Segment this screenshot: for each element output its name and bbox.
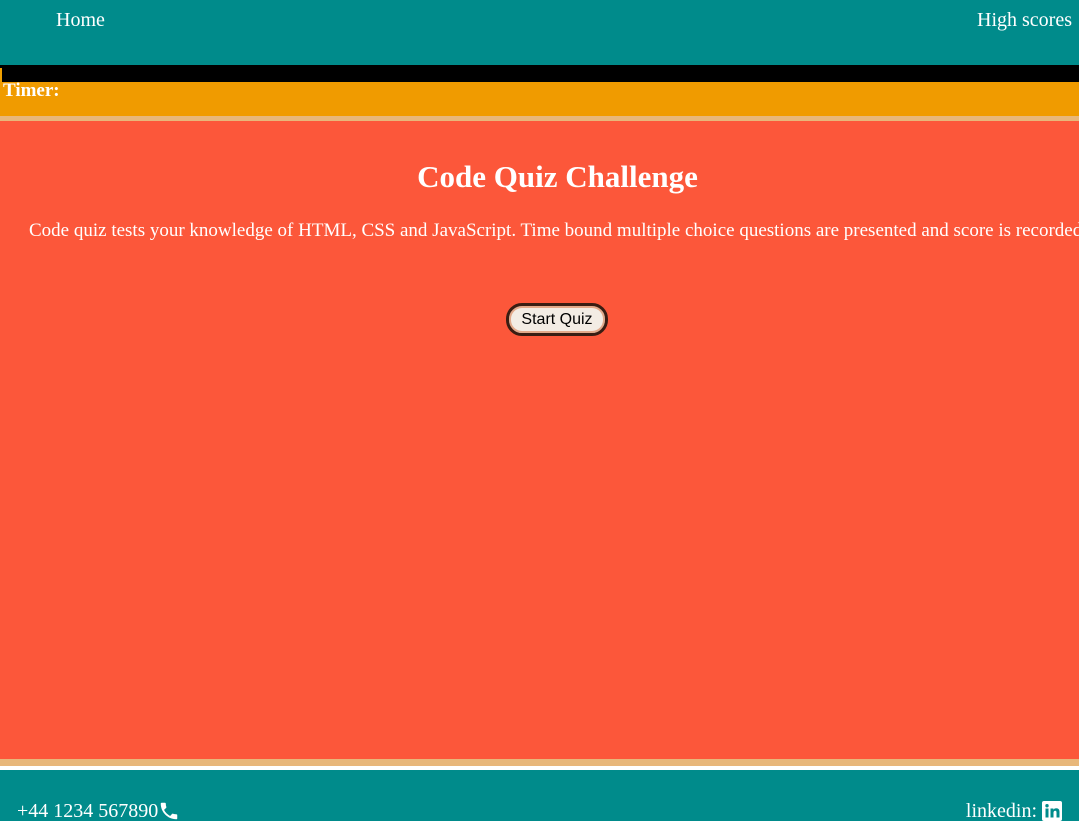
phone-contact: +44 1234 567890 xyxy=(17,799,180,821)
nav-home-link[interactable]: Home xyxy=(56,8,105,32)
timer-label: Timer: xyxy=(3,80,60,101)
linkedin-icon[interactable] xyxy=(1042,801,1062,821)
main-content: Code Quiz Challenge Code quiz tests your… xyxy=(0,121,1079,759)
top-nav: Home High scores xyxy=(0,0,1079,65)
phone-number: +44 1234 567890 xyxy=(17,800,159,821)
page: Home High scores Timer: Code Quiz Challe… xyxy=(0,0,1079,821)
page-title: Code Quiz Challenge xyxy=(417,159,698,194)
linkedin-label: linkedin: xyxy=(965,800,1037,821)
quiz-description: Code quiz tests your knowledge of HTML, … xyxy=(29,220,1079,241)
timer-progress-marker xyxy=(0,68,2,82)
footer: +44 1234 567890 linkedin: xyxy=(0,770,1079,821)
start-quiz-button[interactable]: Start Quiz xyxy=(506,303,608,336)
linkedin-contact: linkedin: xyxy=(966,799,1062,821)
divider-strip xyxy=(0,65,1079,82)
nav-high-scores-link[interactable]: High scores xyxy=(977,8,1072,32)
divider-line xyxy=(0,759,1079,766)
timer-bar: Timer: xyxy=(0,80,1079,116)
phone-icon xyxy=(161,802,178,820)
